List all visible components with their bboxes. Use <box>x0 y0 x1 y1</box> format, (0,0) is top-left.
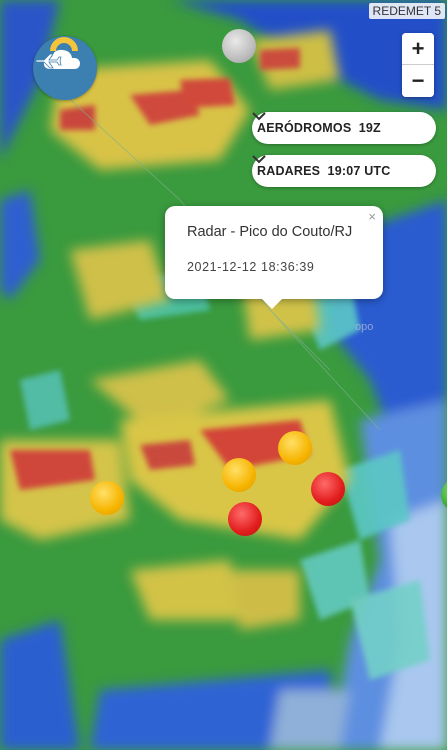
aerodromos-layer-label: AERÓDROMOS 19Z <box>257 121 381 135</box>
popup-title: Radar - Pico do Couto/RJ <box>187 224 353 240</box>
station-marker-red[interactable] <box>311 472 345 506</box>
popup-timestamp: 2021-12-12 18:36:39 <box>187 260 315 274</box>
version-label: REDEMET 5 <box>368 3 445 19</box>
station-marker-grey[interactable] <box>222 29 256 63</box>
radar-info-popup: × Radar - Pico do Couto/RJ 2021-12-12 18… <box>165 206 383 309</box>
station-marker-red[interactable] <box>228 502 262 536</box>
close-popup-button[interactable]: × <box>368 209 376 224</box>
station-marker-yellow[interactable] <box>278 431 312 465</box>
station-marker-yellow[interactable] <box>222 458 256 492</box>
zoom-in-button[interactable]: + <box>402 33 434 65</box>
radar-map[interactable]: opo REDEMET 5 + − AERÓDROMOS 19Z RADARES… <box>0 0 447 750</box>
zoom-out-button[interactable]: − <box>402 65 434 97</box>
radares-layer-label: RADARES 19:07 UTC <box>257 164 391 178</box>
aerodromos-layer-select[interactable]: AERÓDROMOS 19Z <box>252 112 436 144</box>
zoom-control: + − <box>402 33 434 97</box>
chevron-down-icon <box>252 112 426 135</box>
chevron-down-icon <box>252 155 426 178</box>
radares-layer-select[interactable]: RADARES 19:07 UTC <box>252 155 436 187</box>
map-label-fragment: opo <box>355 321 373 333</box>
station-marker-yellow[interactable] <box>90 481 124 515</box>
redemet-logo[interactable] <box>33 36 97 100</box>
plane-cloud-sun-icon <box>35 37 80 69</box>
